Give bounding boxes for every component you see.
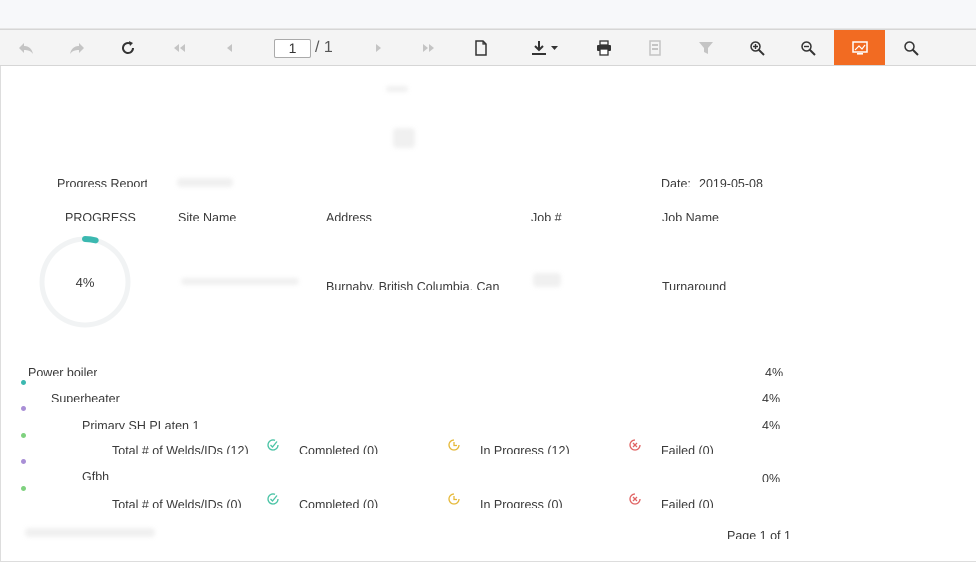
weld-completed: Completed (0) (299, 444, 379, 454)
page-navigator: / 1 (274, 38, 333, 58)
print-icon[interactable] (578, 30, 629, 65)
last-page-icon[interactable] (403, 30, 454, 65)
refresh-icon[interactable] (102, 30, 153, 65)
redacted-footer (25, 528, 155, 537)
page-total: / 1 (315, 39, 333, 56)
row-dot (21, 433, 26, 438)
header-address: Address (326, 211, 372, 221)
layout-icon[interactable] (629, 30, 680, 65)
presentation-icon[interactable] (834, 30, 885, 65)
first-page-icon[interactable] (153, 30, 204, 65)
report-viewer-toolbar: / 1 (0, 29, 976, 66)
redo-icon[interactable] (51, 30, 102, 65)
weld-in-progress: In Progress (0) (480, 498, 563, 508)
failed-x-icon (629, 493, 641, 505)
address-value: Burnaby, British Columbia, Can (326, 280, 500, 290)
logo-placeholder (386, 86, 408, 92)
download-icon[interactable] (515, 30, 575, 65)
completed-check-icon (267, 439, 279, 451)
progress-percent: 4% (75, 275, 95, 290)
weld-completed: Completed (0) (299, 498, 379, 508)
weld-failed: Failed (0) (661, 444, 714, 454)
report-title: Progress Report (57, 177, 147, 187)
report-viewport[interactable]: Progress Report Date: 2019-05-08 PROGRES… (0, 66, 976, 562)
row-dot (21, 459, 26, 464)
undo-icon[interactable] (0, 30, 51, 65)
header-site-name: Site Name (178, 211, 237, 221)
footer-page-number: Page 1 of 1 (727, 529, 791, 539)
in-progress-clock-icon (448, 439, 460, 451)
weld-failed: Failed (0) (661, 498, 714, 508)
header-progress: PROGRESS (65, 211, 136, 221)
search-icon[interactable] (885, 30, 936, 65)
in-progress-clock-icon (448, 493, 460, 505)
date-label: Date: (661, 177, 691, 187)
date-value: 2019-05-08 (699, 177, 763, 187)
row-percent: 4% (765, 366, 784, 376)
completed-check-icon (267, 493, 279, 505)
prev-page-icon[interactable] (204, 30, 255, 65)
report-page: Progress Report Date: 2019-05-08 PROGRES… (1, 66, 976, 562)
row-label-superheater: Superheater (51, 392, 120, 402)
row-label-primary-sh-platen: Primary SH PLaten 1 (82, 419, 200, 429)
row-dot (21, 406, 26, 411)
progress-gauge-arc (82, 236, 99, 244)
page-number-input[interactable] (274, 38, 311, 58)
row-percent: 0% (762, 472, 781, 482)
filter-icon[interactable] (680, 30, 731, 65)
weld-in-progress: In Progress (12) (480, 444, 570, 454)
weld-total: Total # of Welds/IDs (0) (112, 498, 242, 508)
job-name-value: Turnaround (662, 280, 727, 290)
row-dot (21, 486, 26, 491)
document-icon[interactable] (455, 30, 506, 65)
redacted-site-name (181, 278, 299, 285)
zoom-out-icon[interactable] (782, 30, 833, 65)
row-percent: 4% (762, 419, 781, 429)
redacted-title-suffix (177, 178, 233, 187)
logo-placeholder-2 (393, 128, 415, 148)
top-strip (0, 0, 976, 29)
failed-x-icon (629, 439, 641, 451)
header-job-number: Job # (531, 211, 562, 221)
header-job-name: Job Name (662, 211, 719, 221)
row-percent: 4% (762, 392, 781, 402)
row-label-power-boiler: Power boiler (28, 366, 98, 376)
zoom-in-icon[interactable] (731, 30, 782, 65)
row-label-gfbh: Gfbh (82, 470, 110, 480)
weld-total: Total # of Welds/IDs (12) (112, 444, 249, 454)
row-dot (21, 380, 26, 385)
redacted-job-number (533, 273, 561, 287)
next-page-icon[interactable] (352, 30, 403, 65)
